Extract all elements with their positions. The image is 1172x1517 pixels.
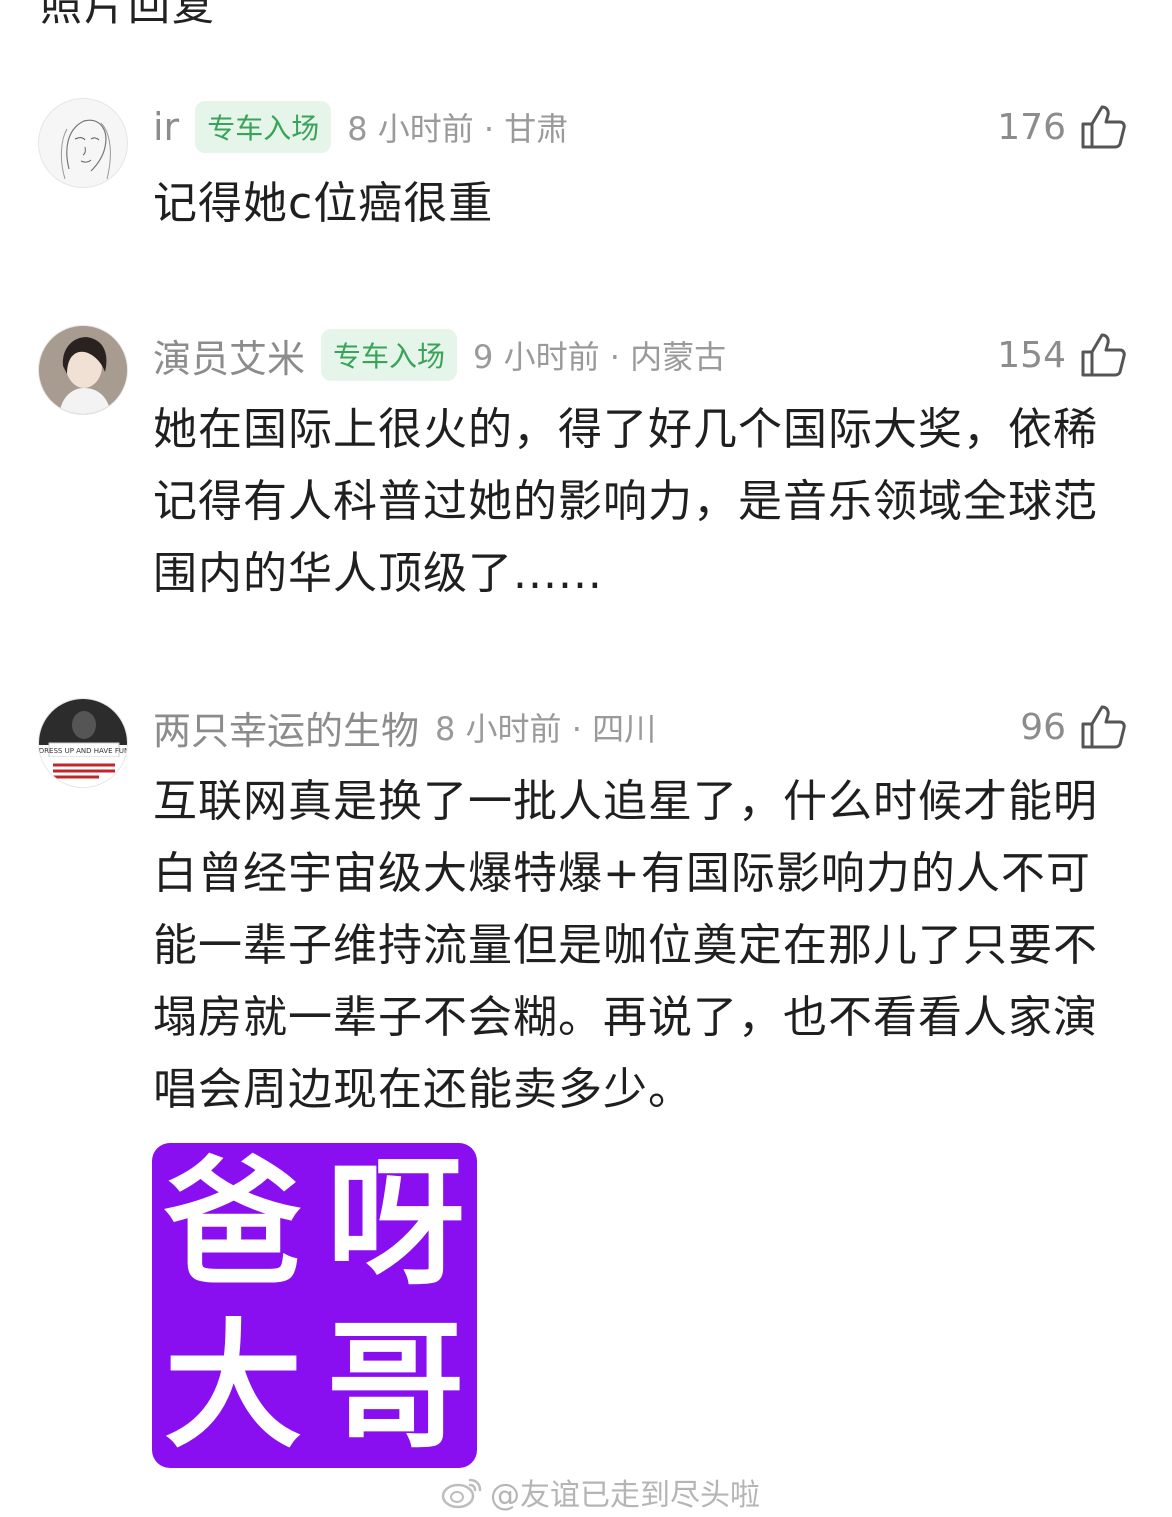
avatar-image: DRESS UP AND HAVE FUN [39,699,128,787]
like-button[interactable]: 176 [997,97,1128,157]
sticker-image[interactable]: 爸 呀 大 哥 [152,1143,477,1468]
comment-meta: 9 小时前 · 内蒙古 [473,338,727,376]
sticker-char: 哥 [326,1305,465,1467]
portrait-photo-image [39,326,127,414]
previous-content-partial: 照片回复 [40,0,217,30]
sticker-char: 大 [164,1305,303,1467]
comment-text: 她在国际上很火的，得了好几个国际大奖，依稀记得有人科普过她的影响力，是音乐领域全… [153,404,1098,599]
avatar[interactable] [38,325,128,415]
thumbs-up-icon [1081,105,1126,149]
comment-header: ir 专车入场 8 小时前 · 甘肃 [153,97,568,157]
comment-header: 演员艾米 专车入场 9 小时前 · 内蒙古 [153,325,726,385]
sticker-char: 爸 [164,1143,303,1305]
status-badge: 专车入场 [195,101,332,153]
comment-meta: 8 小时前 · 甘肃 [347,110,569,148]
username[interactable]: 演员艾米 [153,328,305,383]
comment-text: 记得她c位癌很重 [153,178,494,229]
thumbs-up-icon [1081,333,1126,377]
comment-header: 两只幸运的生物 8 小时前 · 四川 [153,697,656,757]
sketch-portrait-image [60,119,111,180]
comment-meta: 8 小时前 · 四川 [435,710,657,748]
sticker-char: 呀 [326,1143,465,1305]
username[interactable]: 两只幸运的生物 [153,700,419,755]
like-count: 154 [997,334,1066,376]
weibo-logo-icon [441,1478,482,1509]
like-count: 176 [997,106,1066,148]
svg-text:DRESS UP AND HAVE FUN: DRESS UP AND HAVE FUN [39,747,128,755]
like-button[interactable]: 154 [997,325,1128,385]
watermark-text: @友谊已走到尽头啦 [490,1478,760,1513]
watermark: @友谊已走到尽头啦 [440,1470,760,1514]
status-badge: 专车入场 [321,329,458,381]
comment-text: 互联网真是换了一批人追星了，什么时候才能明白曾经宇宙级大爆特爆+有国际影响力的人… [153,776,1098,1115]
avatar[interactable] [38,98,128,188]
thumbs-up-icon [1081,705,1126,749]
avatar[interactable]: DRESS UP AND HAVE FUN [38,698,128,788]
username[interactable]: ir [153,105,179,149]
like-button[interactable]: 96 [1020,697,1128,757]
like-count: 96 [1020,706,1066,748]
